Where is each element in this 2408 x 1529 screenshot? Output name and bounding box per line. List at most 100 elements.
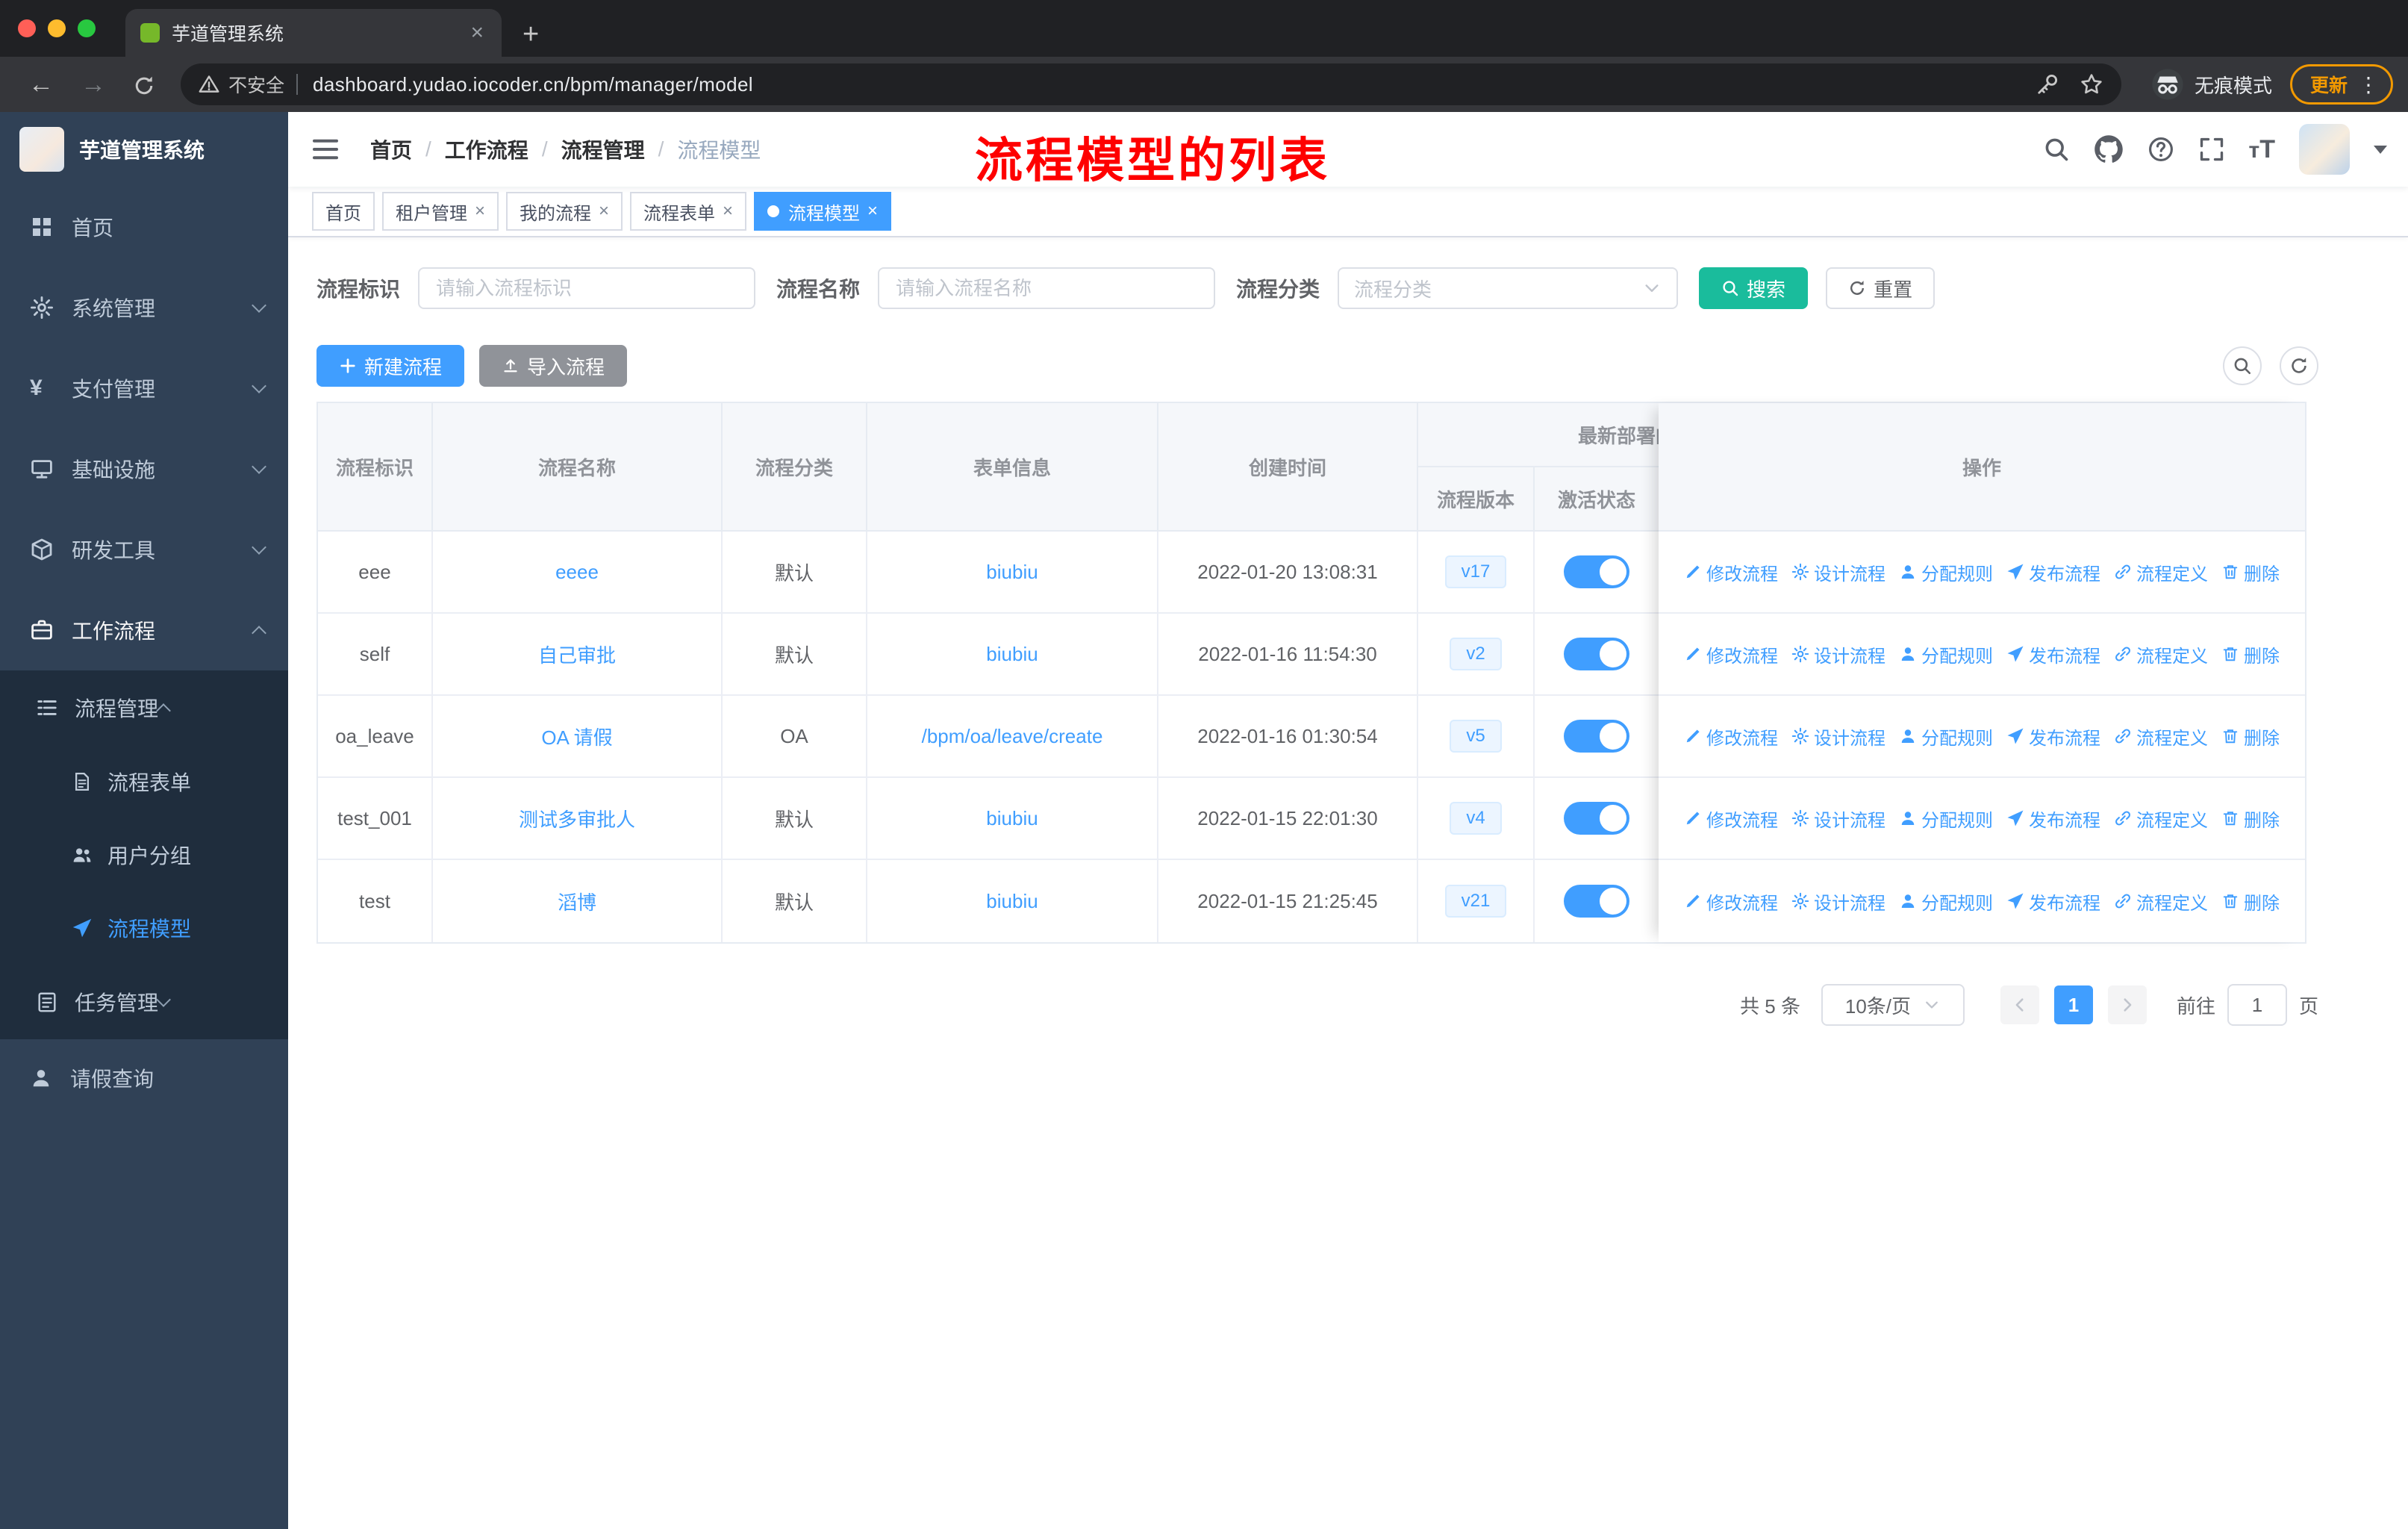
close-icon[interactable]: × — [867, 201, 878, 222]
design-process-link[interactable]: 设计流程 — [1791, 888, 1885, 915]
active-status-toggle[interactable] — [1564, 885, 1629, 918]
prev-page-button[interactable] — [2000, 985, 2039, 1024]
create-process-button[interactable]: 新建流程 — [316, 345, 465, 387]
goto-page-input[interactable] — [2227, 984, 2287, 1026]
design-process-link[interactable]: 设计流程 — [1791, 641, 1885, 667]
breadcrumb-home[interactable]: 首页 — [370, 134, 412, 164]
help-icon[interactable] — [2147, 136, 2174, 163]
modify-process-link[interactable]: 修改流程 — [1684, 641, 1778, 667]
user-avatar[interactable] — [2299, 124, 2350, 175]
version-badge[interactable]: v21 — [1444, 885, 1507, 918]
page-size-select[interactable]: 10条/页 — [1821, 984, 1965, 1026]
update-chip[interactable]: 更新 ⋮ — [2289, 64, 2393, 105]
close-icon[interactable]: × — [599, 201, 609, 222]
publish-process-link[interactable]: 发布流程 — [2006, 888, 2100, 915]
modify-process-link[interactable]: 修改流程 — [1684, 888, 1778, 915]
form-info-link[interactable]: biubiu — [986, 561, 1038, 584]
sidebar-item-user-group[interactable]: 用户分组 — [0, 818, 288, 891]
sidebar-item-payment-management[interactable]: ¥ 支付管理 — [0, 348, 288, 429]
sidebar-item-process-management[interactable]: 流程管理 — [0, 670, 288, 745]
close-icon[interactable]: × — [475, 201, 485, 222]
next-page-button[interactable] — [2107, 985, 2147, 1024]
sidebar-item-process-model[interactable]: 流程模型 — [0, 891, 288, 965]
delete-process-link[interactable]: 删除 — [2221, 559, 2280, 585]
active-status-toggle[interactable] — [1564, 720, 1629, 753]
delete-process-link[interactable]: 删除 — [2221, 641, 2280, 667]
font-size-icon[interactable]: тT — [2249, 135, 2275, 164]
sidebar-item-infrastructure[interactable]: 基础设施 — [0, 429, 288, 509]
assign-rules-link[interactable]: 分配规则 — [1899, 559, 1993, 585]
search-icon[interactable] — [2043, 136, 2070, 163]
process-category-select[interactable]: 流程分类 — [1338, 267, 1679, 309]
version-badge[interactable]: v5 — [1450, 720, 1502, 753]
process-definition-link[interactable]: 流程定义 — [2114, 806, 2208, 832]
assign-rules-link[interactable]: 分配规则 — [1899, 641, 1993, 667]
modify-process-link[interactable]: 修改流程 — [1684, 723, 1778, 750]
fullscreen-icon[interactable] — [2198, 136, 2225, 163]
active-status-toggle[interactable] — [1564, 802, 1629, 835]
publish-process-link[interactable]: 发布流程 — [2006, 559, 2100, 585]
sidebar-item-home[interactable]: 首页 — [0, 187, 288, 267]
import-process-button[interactable]: 导入流程 — [479, 345, 628, 387]
version-badge[interactable]: v4 — [1450, 802, 1502, 835]
minimize-window-button[interactable] — [48, 19, 66, 37]
design-process-link[interactable]: 设计流程 — [1791, 723, 1885, 750]
process-name-link[interactable]: eeee — [555, 561, 599, 584]
process-definition-link[interactable]: 流程定义 — [2114, 641, 2208, 667]
delete-process-link[interactable]: 删除 — [2221, 888, 2280, 915]
tag-my-process[interactable]: 我的流程 × — [506, 192, 623, 231]
version-badge[interactable]: v17 — [1444, 555, 1507, 588]
form-info-link[interactable]: biubiu — [986, 807, 1038, 830]
tag-tenant-management[interactable]: 租户管理 × — [382, 192, 499, 231]
form-info-link[interactable]: /bpm/oa/leave/create — [922, 725, 1103, 748]
close-window-button[interactable] — [18, 19, 36, 37]
sidebar-item-task-management[interactable]: 任务管理 — [0, 965, 288, 1039]
process-name-input[interactable] — [878, 267, 1216, 309]
form-info-link[interactable]: biubiu — [986, 890, 1038, 913]
new-tab-button[interactable]: + — [523, 19, 539, 51]
active-status-toggle[interactable] — [1564, 638, 1629, 670]
avatar-caret-icon[interactable] — [2374, 145, 2387, 154]
search-button[interactable]: 搜索 — [1699, 267, 1809, 309]
close-icon[interactable]: × — [723, 201, 733, 222]
design-process-link[interactable]: 设计流程 — [1791, 559, 1885, 585]
tab-close-icon[interactable]: × — [467, 20, 487, 46]
active-status-toggle[interactable] — [1564, 555, 1629, 588]
delete-process-link[interactable]: 删除 — [2221, 806, 2280, 832]
delete-process-link[interactable]: 删除 — [2221, 723, 2280, 750]
key-icon[interactable] — [2036, 73, 2059, 96]
sidebar-item-process-form[interactable]: 流程表单 — [0, 745, 288, 818]
publish-process-link[interactable]: 发布流程 — [2006, 806, 2100, 832]
design-process-link[interactable]: 设计流程 — [1791, 806, 1885, 832]
process-key-input[interactable] — [418, 267, 756, 309]
page-number-1[interactable]: 1 — [2053, 985, 2093, 1024]
reload-button[interactable] — [119, 70, 169, 99]
browser-tab[interactable]: 芋道管理系统 × — [125, 9, 502, 57]
refresh-table-button[interactable] — [2280, 346, 2318, 385]
process-definition-link[interactable]: 流程定义 — [2114, 888, 2208, 915]
process-definition-link[interactable]: 流程定义 — [2114, 723, 2208, 750]
show-search-button[interactable] — [2223, 346, 2262, 385]
tag-process-model[interactable]: 流程模型 × — [754, 192, 892, 231]
process-name-link[interactable]: 滔博 — [558, 888, 596, 915]
assign-rules-link[interactable]: 分配规则 — [1899, 806, 1993, 832]
tag-home[interactable]: 首页 — [312, 192, 375, 231]
assign-rules-link[interactable]: 分配规则 — [1899, 888, 1993, 915]
process-definition-link[interactable]: 流程定义 — [2114, 559, 2208, 585]
github-icon[interactable] — [2094, 134, 2124, 164]
assign-rules-link[interactable]: 分配规则 — [1899, 723, 1993, 750]
bookmark-star-icon[interactable] — [2080, 72, 2103, 96]
process-name-link[interactable]: 自己审批 — [538, 641, 616, 668]
process-name-link[interactable]: 测试多审批人 — [519, 805, 635, 832]
forward-button[interactable]: → — [67, 70, 119, 99]
form-info-link[interactable]: biubiu — [986, 643, 1038, 666]
breadcrumb-workflow[interactable]: 工作流程 — [445, 134, 528, 164]
browser-menu-icon[interactable]: ⋮ — [2358, 72, 2379, 97]
sidebar-item-workflow[interactable]: 工作流程 — [0, 590, 288, 670]
reset-button[interactable]: 重置 — [1826, 267, 1936, 309]
sidebar-item-dev-tools[interactable]: 研发工具 — [0, 509, 288, 590]
process-name-link[interactable]: OA 请假 — [541, 723, 612, 750]
sidebar-toggle-button[interactable] — [288, 134, 358, 165]
version-badge[interactable]: v2 — [1450, 638, 1502, 670]
modify-process-link[interactable]: 修改流程 — [1684, 806, 1778, 832]
